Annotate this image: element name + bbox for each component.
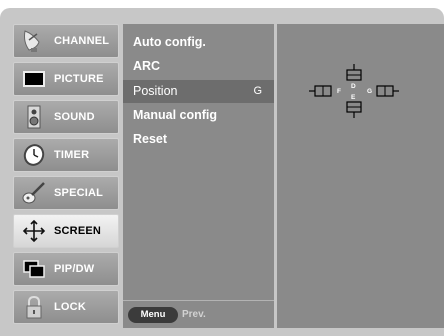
position-label-down: E xyxy=(351,94,356,101)
sidebar-item-label: LOCK xyxy=(54,301,86,313)
monitor-icon xyxy=(14,63,54,95)
sidebar-item-label: TIMER xyxy=(54,149,90,161)
guitar-icon xyxy=(14,177,54,209)
sidebar-item-label: SCREEN xyxy=(54,225,102,237)
position-label-left: F xyxy=(337,88,341,95)
pip-windows-icon xyxy=(14,253,54,285)
menu-item-position[interactable]: Position G xyxy=(123,80,274,103)
menu-item-label: Auto config. xyxy=(133,35,206,49)
menu-item-key-hint: G xyxy=(253,85,262,97)
sidebar-item-picture[interactable]: PICTURE xyxy=(13,62,119,96)
position-down-icon xyxy=(346,101,362,118)
menu-item-auto-config[interactable]: Auto config. xyxy=(123,31,274,54)
menu-footer: Menu Prev. xyxy=(123,301,274,328)
menu-item-reset[interactable]: Reset xyxy=(123,128,274,151)
padlock-icon xyxy=(14,291,54,323)
position-panel: D E F G xyxy=(277,24,444,328)
sidebar-item-special[interactable]: SPECIAL xyxy=(13,176,119,210)
sidebar-item-timer[interactable]: TIMER xyxy=(13,138,119,172)
speaker-icon xyxy=(14,101,54,133)
menu-item-manual-config[interactable]: Manual config xyxy=(123,104,274,127)
sidebar-item-label: SOUND xyxy=(54,111,95,123)
menu-item-label: Position xyxy=(133,84,178,98)
sidebar-item-lock[interactable]: LOCK xyxy=(13,290,119,324)
position-label-up: D xyxy=(351,83,356,90)
prev-label: Prev. xyxy=(182,309,206,320)
menu-item-arc[interactable]: ARC xyxy=(123,55,274,78)
menu-item-label: ARC xyxy=(133,59,161,73)
position-label-right: G xyxy=(367,88,373,95)
sidebar-item-channel[interactable]: CHANNEL xyxy=(13,24,119,58)
sidebar-item-pip-dw[interactable]: PIP/DW xyxy=(13,252,119,286)
position-left-icon xyxy=(309,85,332,97)
menu-item-label: Manual config xyxy=(133,108,218,122)
sidebar-item-label: SPECIAL xyxy=(54,187,104,199)
sidebar: CHANNEL PICTURE SOUND TIMER SPECIAL SCRE… xyxy=(13,24,119,328)
move-arrows-icon xyxy=(14,215,54,247)
position-up-icon xyxy=(346,64,362,81)
sidebar-item-label: PIP/DW xyxy=(54,263,95,275)
menu-item-label: Reset xyxy=(133,132,168,146)
screen-menu: Auto config. ARC Position G Manual confi… xyxy=(123,24,274,328)
position-right-icon xyxy=(376,85,399,97)
clock-icon xyxy=(14,139,54,171)
position-arrows-graphic xyxy=(309,64,399,118)
sidebar-item-label: PICTURE xyxy=(54,73,104,85)
sidebar-item-label: CHANNEL xyxy=(54,35,110,47)
menu-button[interactable]: Menu xyxy=(128,307,178,323)
sidebar-item-sound[interactable]: SOUND xyxy=(13,100,119,134)
sidebar-item-screen[interactable]: SCREEN xyxy=(13,214,119,248)
satellite-dish-icon xyxy=(14,25,54,57)
position-diagram: D E F G xyxy=(307,61,407,121)
